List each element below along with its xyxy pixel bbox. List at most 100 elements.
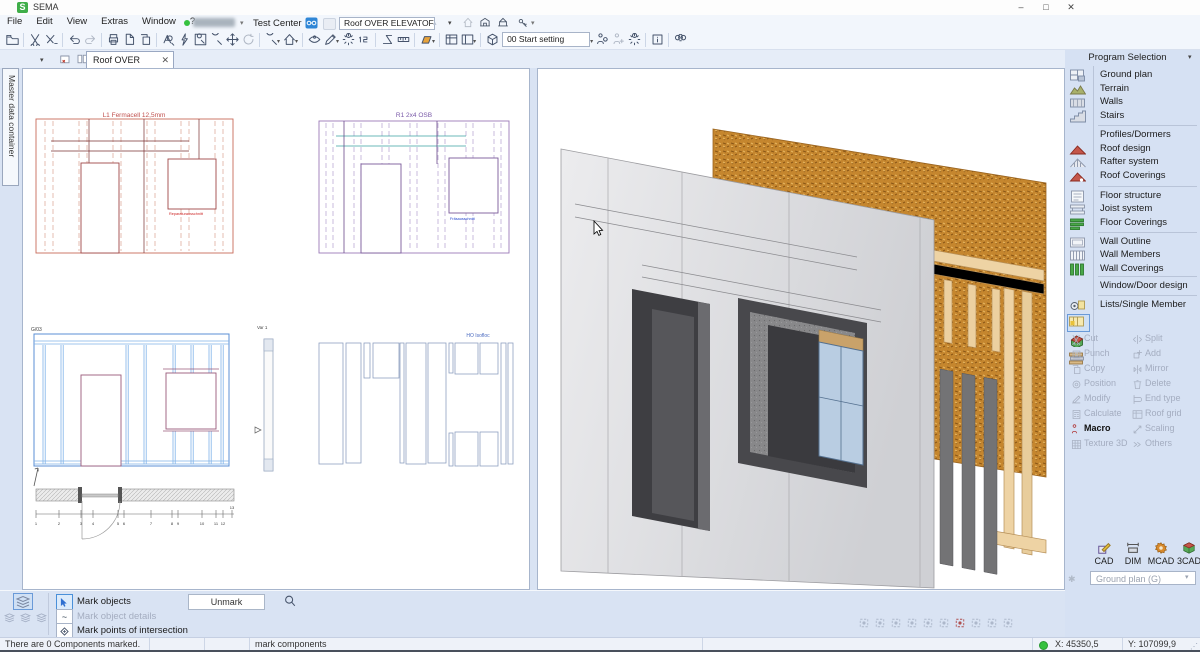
maximize-button[interactable]: □ (1038, 1, 1054, 14)
tool-scaling[interactable]: Scaling (1145, 423, 1175, 433)
project-down-caret-icon[interactable]: ▾ (448, 19, 452, 27)
tool-cut[interactable]: Cut (1084, 333, 1098, 343)
menu-item-window[interactable]: Window (135, 15, 183, 28)
secondary-account-icon[interactable] (323, 18, 336, 30)
tool-copy-icon[interactable] (1071, 364, 1083, 376)
tool-cut-icon[interactable] (1071, 334, 1083, 347)
sidebar-item-wall-members[interactable]: Wall Members (1100, 249, 1198, 260)
marker-caret-icon[interactable]: ▾ (432, 38, 435, 45)
layers-2-icon[interactable] (19, 611, 32, 624)
wall-coverings-icon[interactable] (1069, 263, 1088, 277)
tool-delete[interactable]: Delete (1145, 378, 1171, 388)
sidebar-item-walls[interactable]: Walls (1100, 96, 1198, 107)
sidebar-item-stairs[interactable]: Stairs (1100, 110, 1198, 121)
open-project-icon[interactable] (4, 32, 20, 48)
project-selector[interactable]: Roof OVER ELEVATOF (339, 16, 435, 30)
program-selection-header[interactable]: Program Selection (1065, 52, 1190, 63)
tool-add-icon[interactable] (1132, 349, 1144, 361)
home-caret-icon[interactable]: ▾ (295, 38, 298, 45)
print-icon[interactable] (105, 32, 121, 48)
mode-button-3cad[interactable]: 3CAD (1174, 541, 1200, 566)
tool-end-type-icon[interactable] (1132, 394, 1144, 406)
pencil-caret-icon[interactable]: ▾ (336, 38, 339, 45)
grid-window-icon[interactable] (443, 32, 459, 48)
zoom-window-icon[interactable] (192, 32, 208, 48)
tool-calculate-icon[interactable] (1071, 409, 1083, 421)
sidebar-item-window-door-design[interactable]: Window/Door design (1100, 280, 1198, 291)
sidebar-item-rafter-system[interactable]: Rafter system (1100, 156, 1198, 167)
terrain-icon[interactable] (1069, 83, 1088, 97)
rotate-3d-icon[interactable] (484, 32, 500, 48)
tab-close-icon[interactable]: ✕ (161, 52, 169, 68)
tool-copy[interactable]: Copy (1084, 363, 1105, 373)
layers-active-icon[interactable] (13, 593, 33, 610)
flash-icon[interactable] (176, 32, 192, 48)
key-caret-icon[interactable]: ▾ (531, 19, 535, 27)
tool-add[interactable]: Add (1145, 348, 1161, 358)
sidebar-item-wall-coverings[interactable]: Wall Coverings (1100, 263, 1198, 274)
sidebar-item-roof-design[interactable]: Roof design (1100, 143, 1198, 154)
tool-roof-grid-icon[interactable] (1132, 409, 1144, 421)
layers-3-icon[interactable] (35, 611, 48, 624)
angle-icon[interactable] (379, 32, 395, 48)
mode-button-mcad[interactable]: MCAD (1146, 541, 1176, 566)
tool-scaling-icon[interactable] (1132, 424, 1144, 436)
tool-macro-icon[interactable] (1071, 424, 1083, 436)
tool-modify[interactable]: Modify (1084, 393, 1111, 403)
eye-icon[interactable] (306, 32, 322, 48)
key-icon[interactable] (517, 17, 529, 31)
mark-objects-icon[interactable] (56, 594, 73, 610)
building-2-icon[interactable] (479, 17, 491, 31)
snap-option-4-icon[interactable] (906, 617, 919, 630)
master-data-container-tab[interactable]: Master data container (2, 68, 19, 186)
snap-option-1-icon[interactable] (858, 617, 871, 630)
redo-icon[interactable] (82, 32, 98, 48)
project-up-caret-icon[interactable]: ▴ (433, 19, 437, 27)
zoom-icon[interactable] (208, 32, 224, 48)
floor-structure-icon[interactable] (1069, 190, 1088, 204)
snap-option-8-icon[interactable] (970, 617, 983, 630)
cut-icon[interactable] (27, 32, 43, 48)
tool-macro[interactable]: Macro (1084, 423, 1111, 433)
plan-selector-caret-icon[interactable]: ▾ (1185, 573, 1189, 581)
wall-outline-icon[interactable] (1069, 236, 1088, 250)
tab-roof-over-elevator[interactable]: Roof OVER ELEVATOR ✕ (86, 51, 174, 81)
ground-plan-icon[interactable] (1069, 69, 1088, 83)
tool-texture-3d[interactable]: Texture 3D (1084, 438, 1128, 448)
info-icon[interactable] (649, 32, 665, 48)
tool-others[interactable]: Others (1145, 438, 1172, 448)
start-setting-caret-icon[interactable]: ▾ (590, 38, 593, 45)
sidebar-item-roof-coverings[interactable]: Roof Coverings (1100, 170, 1198, 181)
sidebar-item-floor-structure[interactable]: Floor structure (1100, 190, 1198, 201)
minimize-button[interactable]: – (1013, 1, 1029, 14)
mode-button-dim[interactable]: DIM (1118, 541, 1148, 566)
page-copy-icon[interactable] (121, 32, 137, 48)
layers-1-icon[interactable] (3, 611, 16, 624)
person-gear-icon[interactable] (594, 32, 610, 48)
numbering-icon[interactable] (356, 32, 372, 48)
menu-item-file[interactable]: File (0, 15, 29, 28)
view-3d-panel[interactable] (537, 68, 1065, 590)
snap-option-9-icon[interactable] (986, 617, 999, 630)
menu-item-view[interactable]: View (60, 15, 94, 28)
sidebar-item-floor-coverings[interactable]: Floor Coverings (1100, 217, 1198, 228)
plan-selector[interactable]: Ground plan (G) (1090, 571, 1196, 585)
tool-end-type[interactable]: End type (1145, 393, 1181, 403)
tool-roof-grid[interactable]: Roof grid (1145, 408, 1182, 418)
wall-members-icon[interactable] (1069, 249, 1088, 263)
joist-system-icon[interactable] (1069, 203, 1088, 217)
find-text-icon[interactable] (160, 32, 176, 48)
search-caret-icon[interactable]: ▾ (277, 38, 280, 45)
cut-copy-icon[interactable] (43, 32, 59, 48)
dimension-icon[interactable] (395, 32, 411, 48)
tool-others-icon[interactable] (1132, 439, 1144, 451)
sidebar-item-joist-system[interactable]: Joist system (1100, 203, 1198, 214)
roof-design-icon[interactable] (1069, 143, 1088, 157)
gear-icon[interactable] (626, 32, 642, 48)
sidebar-item-terrain[interactable]: Terrain (1100, 83, 1198, 94)
mark-points-label[interactable]: Mark points of intersection (77, 625, 188, 636)
snap-option-6-icon[interactable] (938, 617, 951, 630)
start-setting-selector[interactable]: 00 Start setting (502, 32, 591, 47)
sidebar-item-lists-single-member[interactable]: Lists/Single Member (1100, 299, 1198, 310)
sidebar-item-profiles-dormers[interactable]: Profiles/Dormers (1100, 129, 1198, 140)
